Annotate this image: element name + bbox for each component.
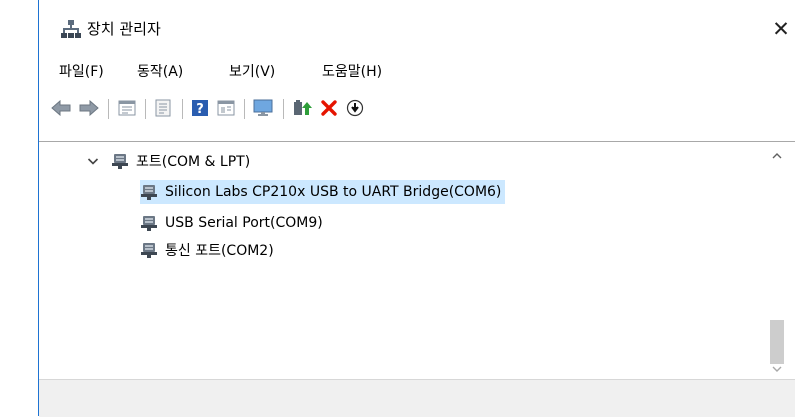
- menu-file[interactable]: 파일(F): [59, 60, 104, 84]
- scroll-up-arrow-icon[interactable]: [771, 151, 783, 161]
- download-icon[interactable]: [345, 99, 365, 117]
- close-button[interactable]: ✕: [769, 17, 793, 41]
- device-manager-window: 장치 관리자 ✕ 파일(F) 동작(A) 보기(V) 도움말(H) ? 포트(C…: [38, 0, 795, 417]
- chevron-down-icon[interactable]: [87, 155, 99, 167]
- toolbar-separator: [108, 99, 109, 119]
- device-manager-icon: [61, 19, 81, 39]
- tree-device-label: USB Serial Port(COM9): [165, 215, 323, 231]
- tree-device-item[interactable]: 통신 포트(COM2): [140, 238, 274, 262]
- menu-help[interactable]: 도움말(H): [322, 60, 382, 84]
- monitor-icon[interactable]: [253, 99, 273, 117]
- port-icon: [141, 185, 157, 200]
- port-icon: [141, 243, 157, 258]
- toolbar-separator: [283, 99, 284, 119]
- remove-device-icon[interactable]: [319, 99, 339, 117]
- help-icon[interactable]: ?: [190, 99, 210, 117]
- toolbar: ?: [39, 92, 795, 124]
- tree-device-label: 통신 포트(COM2): [165, 243, 274, 259]
- svg-text:?: ?: [196, 102, 204, 117]
- tree-device-item[interactable]: Silicon Labs CP210x USB to UART Bridge(C…: [140, 180, 506, 204]
- port-icon: [112, 154, 128, 169]
- scrollbar-thumb[interactable]: [770, 320, 784, 364]
- status-bar: [39, 379, 795, 417]
- update-driver-icon[interactable]: [292, 99, 312, 117]
- back-arrow-icon[interactable]: [51, 99, 71, 117]
- vertical-scrollbar[interactable]: [767, 142, 787, 380]
- toolbar-separator: [145, 99, 146, 119]
- tree-category-label: 포트(COM & LPT): [136, 154, 251, 170]
- scroll-down-arrow-icon[interactable]: [771, 364, 783, 374]
- port-icon: [141, 216, 157, 231]
- document-icon[interactable]: [153, 99, 173, 117]
- device-tree: 포트(COM & LPT) Silicon Labs CP210x USB to…: [39, 141, 795, 380]
- menu-bar: 파일(F) 동작(A) 보기(V) 도움말(H): [39, 60, 795, 84]
- toolbar-separator: [182, 99, 183, 119]
- toolbar-separator: [244, 99, 245, 119]
- forward-arrow-icon[interactable]: [79, 99, 99, 117]
- window-title: 장치 관리자: [87, 20, 161, 38]
- title-bar: 장치 관리자 ✕: [39, 0, 795, 58]
- properties-grid-icon[interactable]: [117, 99, 137, 117]
- menu-view[interactable]: 보기(V): [229, 60, 275, 84]
- console-tree-icon[interactable]: [216, 99, 236, 117]
- tree-category-ports[interactable]: 포트(COM & LPT): [111, 149, 250, 173]
- tree-device-label: Silicon Labs CP210x USB to UART Bridge(C…: [165, 184, 502, 200]
- menu-action[interactable]: 동작(A): [137, 60, 183, 84]
- tree-device-item[interactable]: USB Serial Port(COM9): [140, 211, 323, 235]
